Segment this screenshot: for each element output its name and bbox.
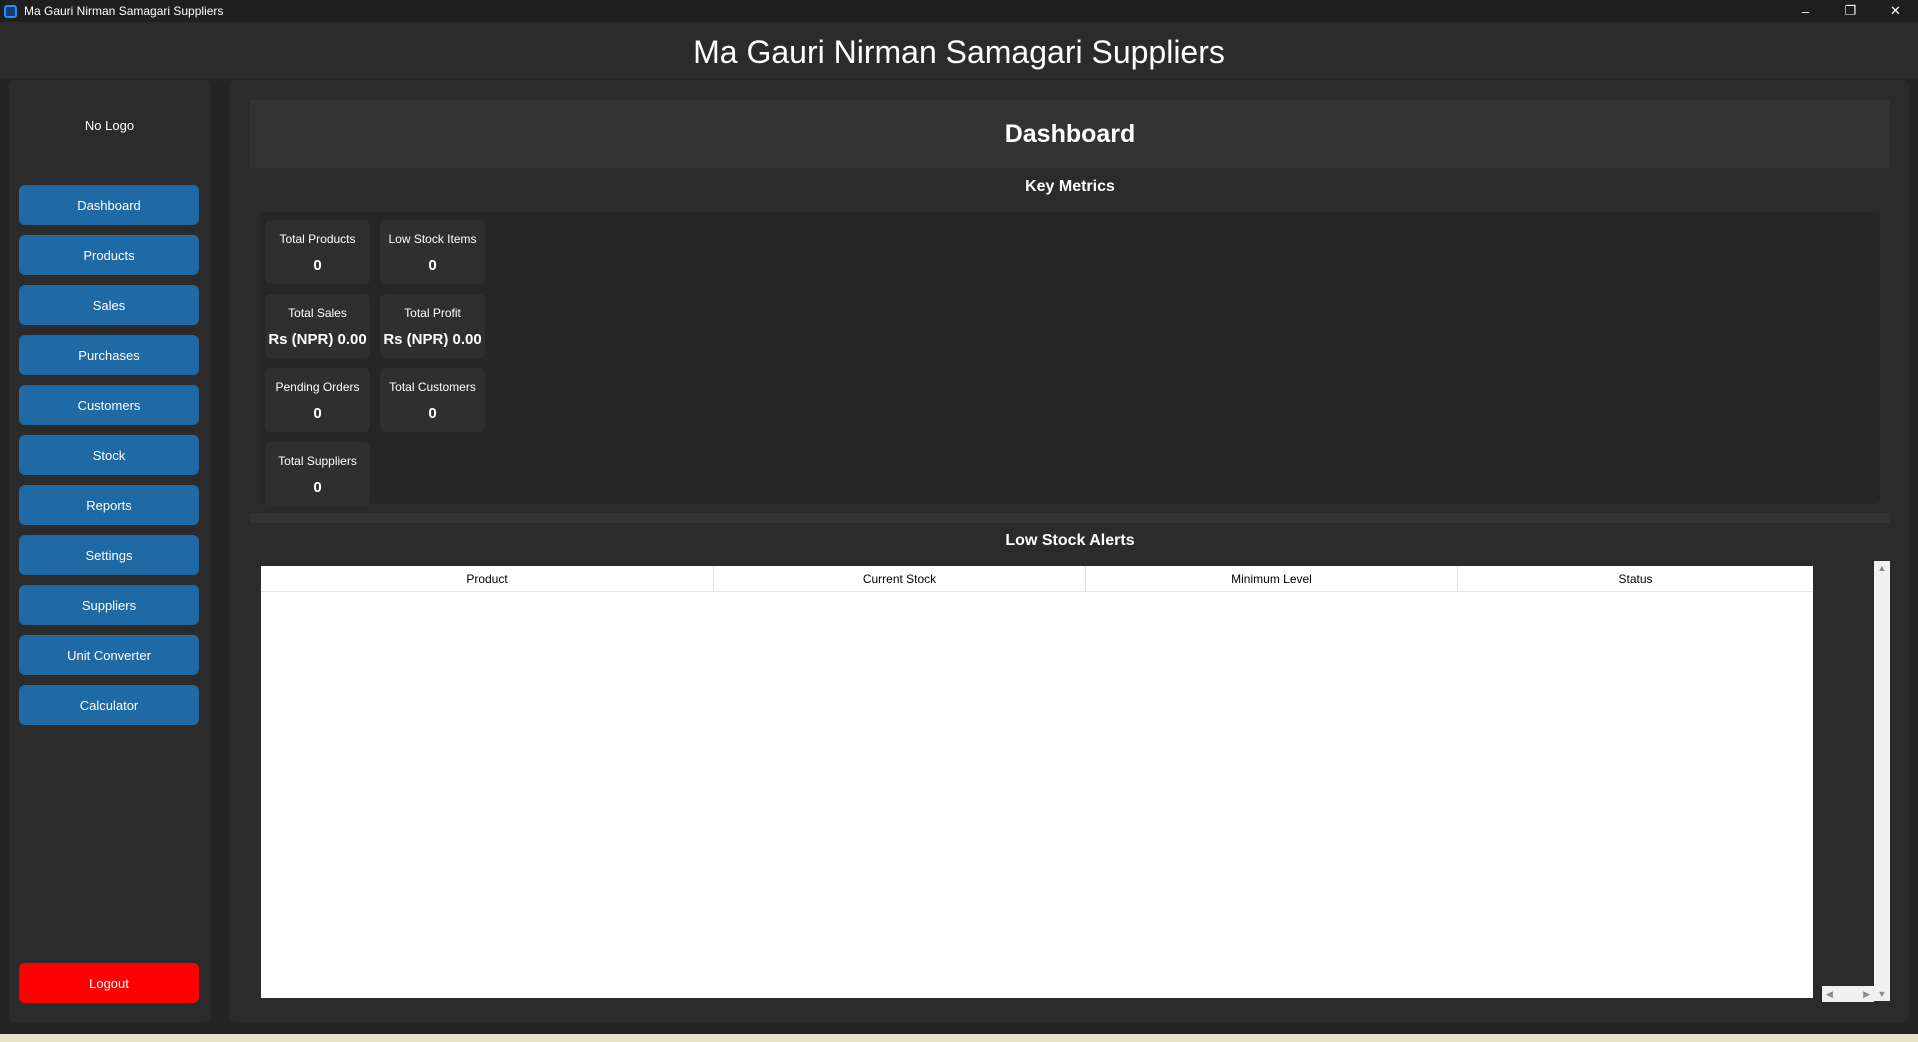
horizontal-scrollbar[interactable]: ◀ ▶: [1822, 986, 1874, 1002]
close-button[interactable]: ✕: [1873, 0, 1918, 22]
nav-unit-converter-button[interactable]: Unit Converter: [19, 635, 199, 675]
nav-stock-button[interactable]: Stock: [19, 435, 199, 475]
key-metrics-title: Key Metrics: [1025, 178, 1115, 195]
scroll-right-icon[interactable]: ▶: [1863, 989, 1870, 1000]
app-icon: [4, 4, 17, 18]
maximize-button[interactable]: ❐: [1828, 0, 1873, 22]
metric-total-customers: Total Customers 0: [380, 368, 485, 432]
window-title: Ma Gauri Nirman Samagari Suppliers: [24, 4, 224, 18]
scroll-up-icon[interactable]: ▲: [1874, 563, 1890, 573]
dashboard-header: Dashboard: [250, 100, 1890, 168]
metric-value: 0: [428, 257, 437, 274]
metric-total-suppliers: Total Suppliers 0: [265, 442, 370, 506]
app-title: Ma Gauri Nirman Samagari Suppliers: [693, 33, 1225, 70]
metric-value: 0: [428, 405, 437, 422]
nav-sales-button[interactable]: Sales: [19, 285, 199, 325]
table-header: Product Current Stock Minimum Level Stat…: [261, 566, 1813, 592]
main-content: Dashboard Key Metrics Total Products 0 L…: [230, 80, 1909, 1022]
metric-total-profit: Total Profit Rs (NPR) 0.00: [380, 294, 485, 358]
metric-value: Rs (NPR) 0.00: [268, 331, 367, 348]
metric-label: Low Stock Items: [388, 232, 477, 246]
column-header-current-stock[interactable]: Current Stock: [714, 566, 1086, 592]
minimize-button[interactable]: –: [1783, 0, 1828, 22]
metric-low-stock-items: Low Stock Items 0: [380, 220, 485, 284]
section-divider: [250, 513, 1890, 523]
low-stock-alerts-title: Low Stock Alerts: [1005, 532, 1135, 549]
nav-suppliers-button[interactable]: Suppliers: [19, 585, 199, 625]
metric-label: Pending Orders: [275, 380, 360, 394]
nav-settings-button[interactable]: Settings: [19, 535, 199, 575]
column-header-minimum-level[interactable]: Minimum Level: [1086, 566, 1458, 592]
metric-total-sales: Total Sales Rs (NPR) 0.00: [265, 294, 370, 358]
metric-pending-orders: Pending Orders 0: [265, 368, 370, 432]
metric-label: Total Customers: [389, 380, 476, 394]
logout-button[interactable]: Logout: [19, 963, 199, 1003]
metric-value: 0: [313, 257, 322, 274]
metric-total-products: Total Products 0: [265, 220, 370, 284]
metrics-panel: Total Products 0 Low Stock Items 0 Total…: [260, 212, 1880, 506]
nav-calculator-button[interactable]: Calculator: [19, 685, 199, 725]
page-title: Dashboard: [1004, 119, 1136, 148]
metric-label: Total Suppliers: [278, 454, 357, 468]
metric-label: Total Profit: [404, 306, 461, 320]
metric-value: 0: [313, 479, 322, 496]
window-controls: – ❐ ✕: [1783, 0, 1918, 22]
logo-placeholder: No Logo: [84, 118, 135, 133]
app-header: Ma Gauri Nirman Samagari Suppliers: [0, 22, 1918, 78]
vertical-scrollbar[interactable]: ▲ ▼: [1874, 561, 1890, 1001]
nav-purchases-button[interactable]: Purchases: [19, 335, 199, 375]
nav-customers-button[interactable]: Customers: [19, 385, 199, 425]
nav-products-button[interactable]: Products: [19, 235, 199, 275]
low-stock-table[interactable]: Product Current Stock Minimum Level Stat…: [261, 566, 1813, 998]
taskbar-strip: [0, 1034, 1918, 1042]
metric-value: 0: [313, 405, 322, 422]
metric-value: Rs (NPR) 0.00: [383, 331, 482, 348]
window-titlebar: Ma Gauri Nirman Samagari Suppliers – ❐ ✕: [0, 0, 1918, 22]
scroll-left-icon[interactable]: ◀: [1826, 989, 1833, 1000]
nav-dashboard-button[interactable]: Dashboard: [19, 185, 199, 225]
metric-label: Total Sales: [288, 306, 347, 320]
column-header-product[interactable]: Product: [261, 566, 714, 592]
metric-label: Total Products: [279, 232, 356, 246]
column-header-status[interactable]: Status: [1458, 566, 1813, 592]
nav-reports-button[interactable]: Reports: [19, 485, 199, 525]
sidebar: No Logo Dashboard Products Sales Purchas…: [9, 80, 210, 1022]
scroll-down-icon[interactable]: ▼: [1874, 989, 1890, 999]
